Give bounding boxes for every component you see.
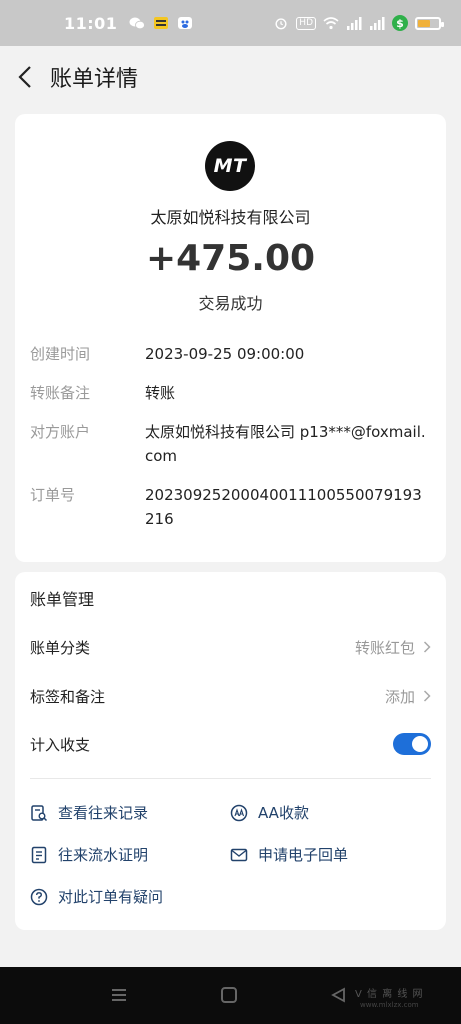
status-time: 11:01	[64, 13, 118, 33]
detail-value: 太原如悦科技有限公司 p13***@foxmail.com	[145, 423, 426, 465]
detail-label: 订单号	[30, 486, 76, 504]
manage-title: 账单管理	[30, 590, 95, 609]
tags-notes-add: 添加	[384, 687, 415, 706]
baidu-icon	[178, 17, 193, 29]
aa-collect-button[interactable]: AA收款	[230, 802, 309, 823]
home-icon[interactable]	[221, 987, 237, 1003]
tags-notes-label: 标签和备注	[30, 687, 106, 706]
detail-label: 对方账户	[30, 423, 91, 441]
wechat-icon	[129, 17, 146, 30]
nav-back-icon[interactable]	[330, 987, 346, 1003]
signal-icon	[347, 17, 362, 30]
wifi-icon	[323, 17, 339, 30]
detail-row-created-time: 创建时间 2023-09-25 09:00:00	[30, 342, 440, 366]
back-button[interactable]	[14, 62, 36, 92]
detail-label: 转账备注	[30, 384, 91, 402]
bill-category-label: 账单分类	[30, 638, 91, 657]
detail-value: 转账	[145, 384, 176, 402]
merchant-logo: MT	[205, 141, 255, 191]
alarm-icon	[275, 18, 287, 30]
aa-collect-label: AA收款	[258, 804, 309, 822]
mail-icon	[230, 848, 248, 861]
bill-detail-card: MT 太原如悦科技有限公司 +475.00 交易成功 创建时间 2023-09-…	[15, 114, 446, 562]
e-receipt-label: 申请电子回单	[258, 846, 349, 864]
signal-icon	[370, 17, 385, 30]
system-nav-bar: V 信 离 线 网 www.mlxlzx.com	[0, 967, 461, 1024]
watermark-url: www.mlxlzx.com	[360, 1001, 419, 1009]
chevron-left-icon	[18, 66, 31, 88]
page-header: 账单详情	[0, 46, 461, 108]
merchant-name: 太原如悦科技有限公司	[150, 208, 311, 227]
detail-value[interactable]: 20230925200040011100550079193216	[145, 483, 430, 531]
detail-row-remark: 转账备注 转账	[30, 381, 440, 405]
include-in-stats-row: 计入收支	[30, 729, 431, 759]
e-receipt-button[interactable]: 申请电子回单	[230, 844, 348, 865]
detail-row-order-number: 订单号 20230925200040011100550079193216	[30, 483, 440, 531]
transaction-amount: +475.00	[145, 238, 316, 279]
transaction-status: 交易成功	[198, 294, 263, 313]
divider	[30, 778, 431, 779]
detail-label: 创建时间	[30, 345, 91, 363]
flow-proof-label: 往来流水证明	[58, 846, 149, 864]
tags-notes-row[interactable]: 标签和备注 添加	[30, 681, 431, 711]
bill-category-value: 转账红包	[354, 638, 415, 657]
order-question-button[interactable]: 对此订单有疑问	[30, 886, 163, 907]
status-bar: 11:01 HD $	[0, 0, 461, 46]
bill-manage-card: 账单管理 账单分类 转账红包 标签和备注 添加 计入收支 查看往来记录 AA收款…	[15, 572, 446, 930]
record-search-icon	[31, 804, 48, 821]
flow-proof-button[interactable]: 往来流水证明	[30, 844, 148, 865]
battery-icon	[415, 16, 444, 30]
status-left-icons	[129, 16, 193, 30]
dollar-badge-icon: $	[392, 15, 408, 31]
bill-category-row[interactable]: 账单分类 转账红包	[30, 632, 431, 662]
include-in-stats-label: 计入收支	[30, 735, 91, 754]
hd-icon: HD	[296, 16, 316, 30]
status-right-icons: HD $	[273, 15, 444, 31]
watermark-text: V 信 离 线 网	[355, 989, 424, 1000]
question-icon	[30, 888, 48, 905]
menu-icon[interactable]	[110, 987, 128, 1003]
chevron-right-icon	[423, 641, 431, 653]
detail-row-counterparty: 对方账户 太原如悦科技有限公司 p13***@foxmail.com	[30, 420, 440, 468]
include-in-stats-toggle[interactable]	[393, 733, 431, 755]
chevron-right-icon	[423, 690, 431, 702]
document-proof-icon	[31, 846, 47, 863]
detail-value: 2023-09-25 09:00:00	[145, 345, 305, 363]
order-question-label: 对此订单有疑问	[58, 888, 164, 906]
aa-icon	[230, 804, 248, 821]
app-badge-icon	[154, 17, 169, 29]
page-title: 账单详情	[50, 67, 139, 92]
view-history-button[interactable]: 查看往来记录	[30, 802, 148, 823]
view-history-label: 查看往来记录	[58, 804, 149, 822]
